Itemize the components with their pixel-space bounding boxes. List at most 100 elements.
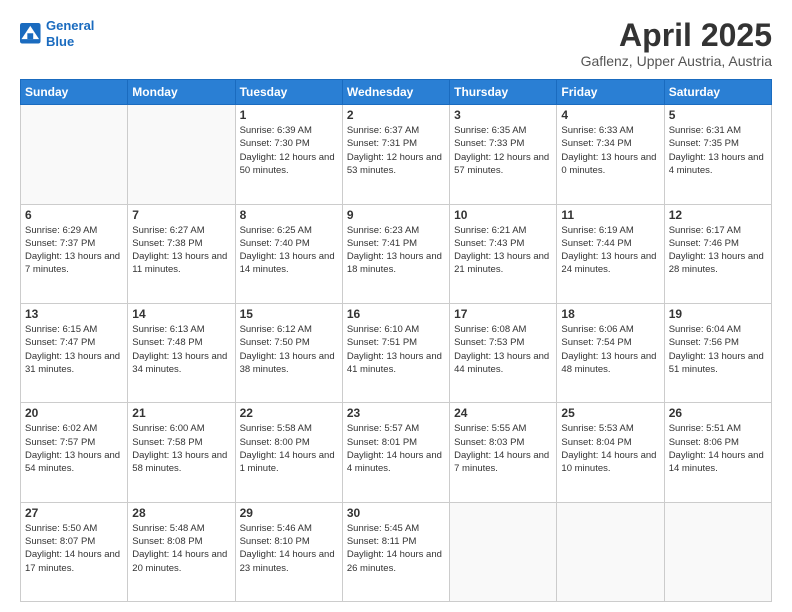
calendar-cell: 7 Sunrise: 6:27 AM Sunset: 7:38 PM Daylig… <box>128 204 235 303</box>
day-number: 23 <box>347 406 445 420</box>
calendar-header-row: SundayMondayTuesdayWednesdayThursdayFrid… <box>21 80 772 105</box>
day-info: Sunrise: 6:31 AM Sunset: 7:35 PM Dayligh… <box>669 124 767 177</box>
day-info: Sunrise: 6:12 AM Sunset: 7:50 PM Dayligh… <box>240 323 338 376</box>
calendar-cell: 15 Sunrise: 6:12 AM Sunset: 7:50 PM Dayli… <box>235 303 342 402</box>
col-header-wednesday: Wednesday <box>342 80 449 105</box>
day-number: 29 <box>240 506 338 520</box>
calendar-cell: 1Sunrise: 6:39 AM Sunset: 7:30 PM Daylig… <box>235 105 342 204</box>
day-info: Sunrise: 6:35 AM Sunset: 7:33 PM Dayligh… <box>454 124 552 177</box>
calendar-cell: 20Sunrise: 6:02 AM Sunset: 7:57 PM Dayli… <box>21 403 128 502</box>
calendar-cell: 13 Sunrise: 6:15 AM Sunset: 7:47 PM Dayli… <box>21 303 128 402</box>
day-number: 19 <box>669 307 767 321</box>
calendar-cell: 12 Sunrise: 6:17 AM Sunset: 7:46 PM Dayli… <box>664 204 771 303</box>
day-info: Sunrise: 6:19 AM Sunset: 7:44 PM Dayligh… <box>561 224 659 277</box>
header: General Blue April 2025 Gaflenz, Upper A… <box>20 18 772 69</box>
calendar-cell: 19 Sunrise: 6:04 AM Sunset: 7:56 PM Dayli… <box>664 303 771 402</box>
day-info: Sunrise: 6:08 AM Sunset: 7:53 PM Dayligh… <box>454 323 552 376</box>
day-number: 11 <box>561 208 659 222</box>
day-number: 22 <box>240 406 338 420</box>
calendar-cell: 3Sunrise: 6:35 AM Sunset: 7:33 PM Daylig… <box>450 105 557 204</box>
day-number: 27 <box>25 506 123 520</box>
calendar-cell: 17 Sunrise: 6:08 AM Sunset: 7:53 PM Dayli… <box>450 303 557 402</box>
calendar-cell: 24Sunrise: 5:55 AM Sunset: 8:03 PM Dayli… <box>450 403 557 502</box>
month-title: April 2025 <box>581 18 772 53</box>
day-number: 16 <box>347 307 445 321</box>
day-number: 5 <box>669 108 767 122</box>
week-row-4: 20Sunrise: 6:02 AM Sunset: 7:57 PM Dayli… <box>21 403 772 502</box>
calendar-cell: 5 Sunrise: 6:31 AM Sunset: 7:35 PM Daylig… <box>664 105 771 204</box>
calendar-cell: 18Sunrise: 6:06 AM Sunset: 7:54 PM Dayli… <box>557 303 664 402</box>
day-info: Sunrise: 6:39 AM Sunset: 7:30 PM Dayligh… <box>240 124 338 177</box>
calendar-cell: 2 Sunrise: 6:37 AM Sunset: 7:31 PM Daylig… <box>342 105 449 204</box>
day-info: Sunrise: 6:17 AM Sunset: 7:46 PM Dayligh… <box>669 224 767 277</box>
day-info: Sunrise: 5:51 AM Sunset: 8:06 PM Dayligh… <box>669 422 767 475</box>
day-info: Sunrise: 5:50 AM Sunset: 8:07 PM Dayligh… <box>25 522 123 575</box>
day-number: 9 <box>347 208 445 222</box>
day-number: 7 <box>132 208 230 222</box>
day-number: 4 <box>561 108 659 122</box>
col-header-saturday: Saturday <box>664 80 771 105</box>
calendar-cell: 8Sunrise: 6:25 AM Sunset: 7:40 PM Daylig… <box>235 204 342 303</box>
day-info: Sunrise: 6:13 AM Sunset: 7:48 PM Dayligh… <box>132 323 230 376</box>
calendar-cell: 16Sunrise: 6:10 AM Sunset: 7:51 PM Dayli… <box>342 303 449 402</box>
col-header-sunday: Sunday <box>21 80 128 105</box>
week-row-5: 27 Sunrise: 5:50 AM Sunset: 8:07 PM Dayli… <box>21 502 772 601</box>
day-number: 24 <box>454 406 552 420</box>
day-info: Sunrise: 6:06 AM Sunset: 7:54 PM Dayligh… <box>561 323 659 376</box>
day-info: Sunrise: 5:57 AM Sunset: 8:01 PM Dayligh… <box>347 422 445 475</box>
logo: General Blue <box>20 18 94 49</box>
col-header-thursday: Thursday <box>450 80 557 105</box>
day-number: 2 <box>347 108 445 122</box>
logo-line2: Blue <box>46 34 74 49</box>
calendar-cell: 26 Sunrise: 5:51 AM Sunset: 8:06 PM Dayli… <box>664 403 771 502</box>
day-info: Sunrise: 6:23 AM Sunset: 7:41 PM Dayligh… <box>347 224 445 277</box>
calendar-cell: 29 Sunrise: 5:46 AM Sunset: 8:10 PM Dayli… <box>235 502 342 601</box>
day-info: Sunrise: 6:27 AM Sunset: 7:38 PM Dayligh… <box>132 224 230 277</box>
calendar-cell: 28Sunrise: 5:48 AM Sunset: 8:08 PM Dayli… <box>128 502 235 601</box>
day-info: Sunrise: 6:21 AM Sunset: 7:43 PM Dayligh… <box>454 224 552 277</box>
day-info: Sunrise: 5:45 AM Sunset: 8:11 PM Dayligh… <box>347 522 445 575</box>
week-row-3: 13 Sunrise: 6:15 AM Sunset: 7:47 PM Dayli… <box>21 303 772 402</box>
calendar-cell: 25 Sunrise: 5:53 AM Sunset: 8:04 PM Dayli… <box>557 403 664 502</box>
day-info: Sunrise: 6:04 AM Sunset: 7:56 PM Dayligh… <box>669 323 767 376</box>
day-number: 10 <box>454 208 552 222</box>
calendar-table: SundayMondayTuesdayWednesdayThursdayFrid… <box>20 79 772 602</box>
day-number: 14 <box>132 307 230 321</box>
title-block: April 2025 Gaflenz, Upper Austria, Austr… <box>581 18 772 69</box>
calendar-cell: 21Sunrise: 6:00 AM Sunset: 7:58 PM Dayli… <box>128 403 235 502</box>
week-row-1: 1Sunrise: 6:39 AM Sunset: 7:30 PM Daylig… <box>21 105 772 204</box>
calendar-cell <box>128 105 235 204</box>
day-number: 17 <box>454 307 552 321</box>
day-info: Sunrise: 5:46 AM Sunset: 8:10 PM Dayligh… <box>240 522 338 575</box>
day-number: 30 <box>347 506 445 520</box>
day-number: 12 <box>669 208 767 222</box>
calendar-cell: 9 Sunrise: 6:23 AM Sunset: 7:41 PM Daylig… <box>342 204 449 303</box>
day-number: 13 <box>25 307 123 321</box>
day-info: Sunrise: 6:33 AM Sunset: 7:34 PM Dayligh… <box>561 124 659 177</box>
calendar-cell: 4 Sunrise: 6:33 AM Sunset: 7:34 PM Daylig… <box>557 105 664 204</box>
logo-line1: General <box>46 18 94 33</box>
page: General Blue April 2025 Gaflenz, Upper A… <box>0 0 792 612</box>
calendar-cell: 30 Sunrise: 5:45 AM Sunset: 8:11 PM Dayli… <box>342 502 449 601</box>
day-info: Sunrise: 5:58 AM Sunset: 8:00 PM Dayligh… <box>240 422 338 475</box>
calendar-cell: 10 Sunrise: 6:21 AM Sunset: 7:43 PM Dayli… <box>450 204 557 303</box>
calendar-cell: 14 Sunrise: 6:13 AM Sunset: 7:48 PM Dayli… <box>128 303 235 402</box>
day-info: Sunrise: 5:53 AM Sunset: 8:04 PM Dayligh… <box>561 422 659 475</box>
calendar-cell: 23 Sunrise: 5:57 AM Sunset: 8:01 PM Dayli… <box>342 403 449 502</box>
day-info: Sunrise: 6:29 AM Sunset: 7:37 PM Dayligh… <box>25 224 123 277</box>
week-row-2: 6Sunrise: 6:29 AM Sunset: 7:37 PM Daylig… <box>21 204 772 303</box>
calendar-cell: 27 Sunrise: 5:50 AM Sunset: 8:07 PM Dayli… <box>21 502 128 601</box>
day-info: Sunrise: 6:37 AM Sunset: 7:31 PM Dayligh… <box>347 124 445 177</box>
day-number: 26 <box>669 406 767 420</box>
calendar-cell: 6Sunrise: 6:29 AM Sunset: 7:37 PM Daylig… <box>21 204 128 303</box>
calendar-cell <box>450 502 557 601</box>
day-info: Sunrise: 5:48 AM Sunset: 8:08 PM Dayligh… <box>132 522 230 575</box>
calendar-cell <box>21 105 128 204</box>
day-info: Sunrise: 6:15 AM Sunset: 7:47 PM Dayligh… <box>25 323 123 376</box>
col-header-friday: Friday <box>557 80 664 105</box>
location-title: Gaflenz, Upper Austria, Austria <box>581 53 772 69</box>
day-number: 25 <box>561 406 659 420</box>
day-number: 15 <box>240 307 338 321</box>
day-number: 21 <box>132 406 230 420</box>
logo-text: General Blue <box>46 18 94 49</box>
